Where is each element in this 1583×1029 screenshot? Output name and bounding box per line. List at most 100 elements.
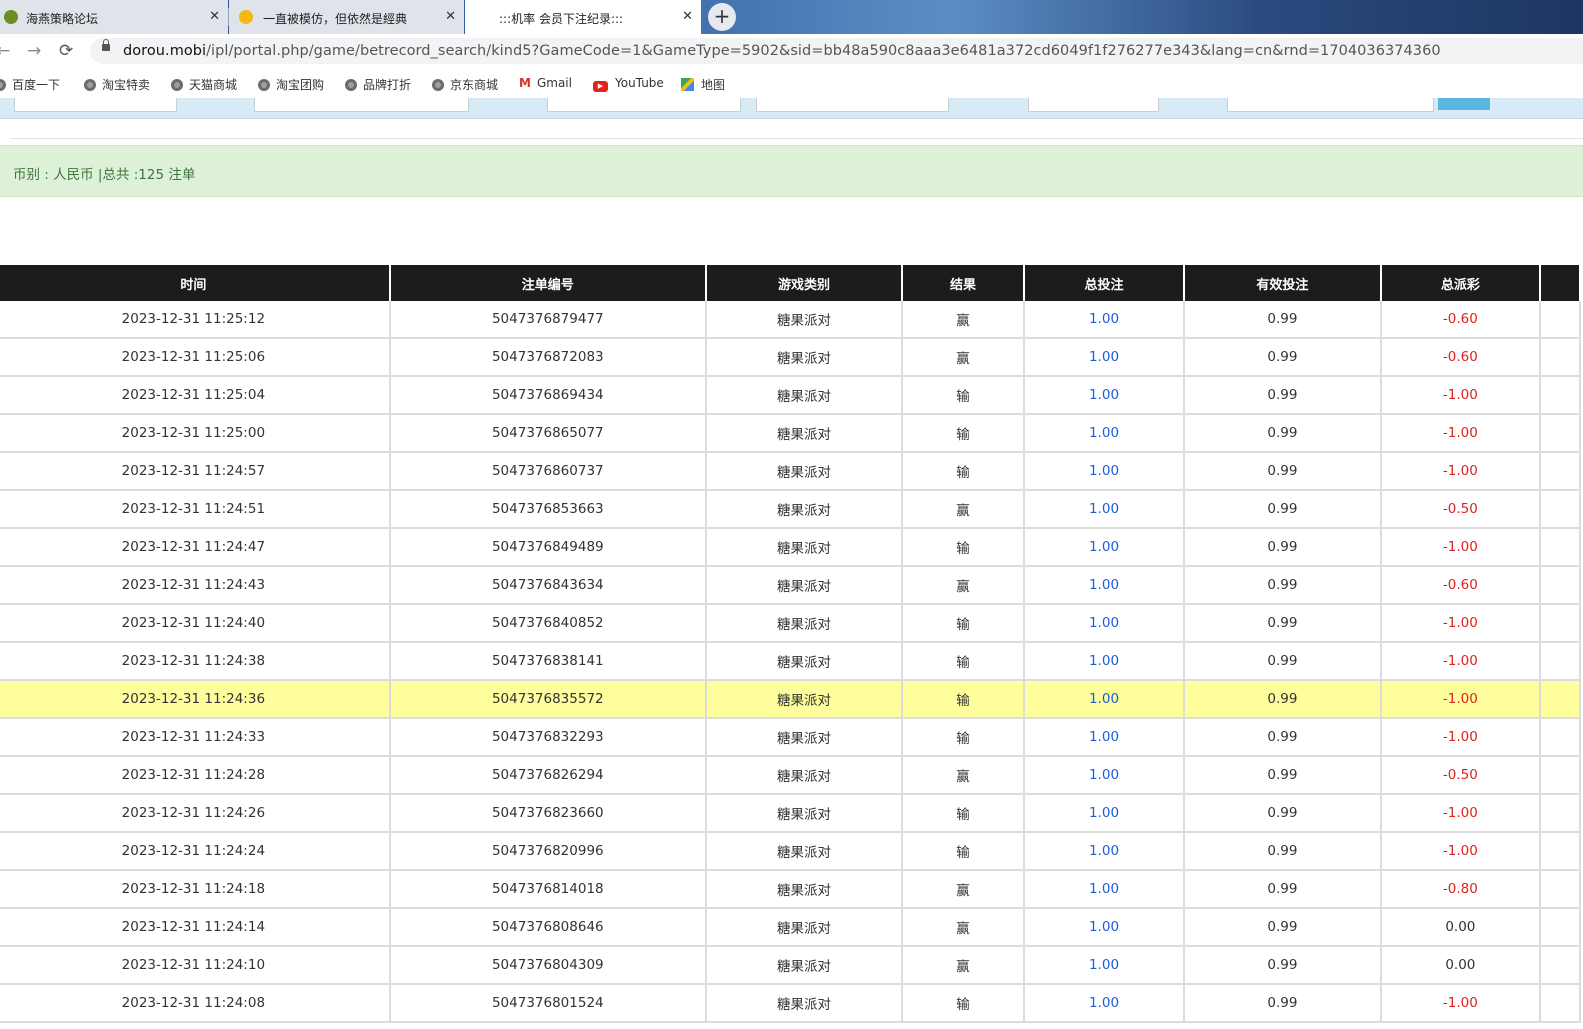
search-filter-bar (0, 98, 1583, 119)
cell-game-type: 糖果派对 (705, 301, 904, 339)
reload-icon[interactable]: ⟳ (59, 41, 73, 61)
bookmark-item[interactable]: 淘宝特卖 (84, 76, 150, 93)
cell-total-bet[interactable]: 1.00 (1023, 756, 1186, 795)
table-row: 2023-12-31 11:24:28 5047376826294 糖果派对赢 1.0… (0, 756, 1581, 795)
address-bar[interactable]: dorou.mobi/ipl/portal.php/game/betrecord… (90, 38, 1583, 64)
forum-favicon-icon (4, 10, 18, 24)
table-row: 2023-12-31 11:24:24 5047376820996 糖果派对输 1.0… (0, 832, 1581, 871)
cell-result: 输 (902, 604, 1025, 643)
cell-game-type: 糖果派对 (705, 756, 904, 795)
cell-total-bet[interactable]: 1.00 (1023, 301, 1186, 339)
col-header-more (1540, 265, 1581, 301)
cell-total-bet[interactable]: 1.00 (1023, 528, 1186, 567)
cell-total-bet[interactable]: 1.00 (1023, 452, 1186, 491)
cell-game-type: 糖果派对 (705, 490, 904, 529)
cell-bet-id: 5047376849489 (389, 528, 707, 567)
cell-valid-bet: 0.99 (1184, 452, 1382, 491)
cell-game-type: 糖果派对 (705, 680, 904, 719)
cell-total-payout: -1.00 (1380, 528, 1542, 567)
cell-total-bet[interactable]: 1.00 (1023, 338, 1186, 377)
cell-result: 输 (902, 832, 1025, 871)
bet-record-table: 时间 注单编号 游戏类别 结果 总投注 有效投注 总派彩 2023-12-31 … (0, 265, 1581, 1023)
cell-time: 2023-12-31 11:24:38 (0, 642, 391, 681)
cell-total-bet[interactable]: 1.00 (1023, 832, 1186, 871)
table-row: 2023-12-31 11:24:40 5047376840852 糖果派对输 1.0… (0, 604, 1581, 643)
cell-game-type: 糖果派对 (705, 908, 904, 947)
close-icon[interactable]: ✕ (445, 9, 456, 24)
cell-total-payout: -1.00 (1380, 642, 1542, 681)
bookmark-item[interactable]: 品牌打折 (345, 76, 411, 93)
cell-total-bet[interactable]: 1.00 (1023, 718, 1186, 757)
cell-valid-bet: 0.99 (1184, 301, 1382, 339)
bookmark-item[interactable]: 淘宝团购 (258, 76, 324, 93)
cell-total-payout: -1.00 (1380, 414, 1542, 453)
cell-valid-bet: 0.99 (1184, 376, 1382, 415)
cell-more (1540, 566, 1581, 605)
cell-result: 赢 (902, 490, 1025, 529)
filter-select[interactable] (1028, 98, 1159, 112)
tab-1[interactable]: 海燕策略论坛 ✕ (0, 0, 229, 34)
bookmark-item[interactable]: M Gmail (519, 76, 572, 90)
cell-total-bet[interactable]: 1.00 (1023, 414, 1186, 453)
cell-more (1540, 452, 1581, 491)
table-row: 2023-12-31 11:24:38 5047376838141 糖果派对输 1.0… (0, 642, 1581, 681)
close-icon[interactable]: ✕ (209, 9, 220, 24)
cell-total-bet[interactable]: 1.00 (1023, 794, 1186, 833)
cell-total-bet[interactable]: 1.00 (1023, 604, 1186, 643)
cell-valid-bet: 0.99 (1184, 756, 1382, 795)
cell-result: 输 (902, 718, 1025, 757)
cell-bet-id: 5047376843634 (389, 566, 707, 605)
cell-total-bet[interactable]: 1.00 (1023, 642, 1186, 681)
cell-valid-bet: 0.99 (1184, 984, 1382, 1023)
globe-icon (345, 79, 357, 91)
filter-select[interactable] (1227, 98, 1434, 112)
filter-select[interactable] (547, 98, 741, 112)
cell-total-bet[interactable]: 1.00 (1023, 566, 1186, 605)
cell-valid-bet: 0.99 (1184, 908, 1382, 947)
cell-valid-bet: 0.99 (1184, 794, 1382, 833)
search-button[interactable] (1438, 98, 1490, 110)
cell-total-bet[interactable]: 1.00 (1023, 908, 1186, 947)
table-row: 2023-12-31 11:24:10 5047376804309 糖果派对赢 1.0… (0, 946, 1581, 985)
new-tab-button[interactable]: + (708, 3, 736, 31)
youtube-icon: ▶ (593, 81, 608, 92)
cell-more (1540, 301, 1581, 339)
cell-valid-bet: 0.99 (1184, 338, 1382, 377)
url-text[interactable]: dorou.mobi/ipl/portal.php/game/betrecord… (123, 43, 1441, 59)
cell-valid-bet: 0.99 (1184, 680, 1382, 719)
cell-bet-id: 5047376838141 (389, 642, 707, 681)
cell-total-bet[interactable]: 1.00 (1023, 870, 1186, 909)
close-icon[interactable]: ✕ (682, 9, 693, 24)
tab-3-active[interactable]: :::机率 会员下注纪录::: ✕ (465, 0, 701, 34)
cell-total-bet[interactable]: 1.00 (1023, 984, 1186, 1023)
back-icon[interactable]: ← (0, 41, 10, 61)
tab-title: 一直被模仿，但依然是經典 (263, 12, 408, 26)
bookmark-item[interactable]: 地图 (681, 76, 725, 93)
bookmark-item[interactable]: 天猫商城 (171, 76, 237, 93)
cell-total-bet[interactable]: 1.00 (1023, 680, 1186, 719)
filter-select[interactable] (14, 98, 177, 112)
tab-2[interactable]: 一直被模仿，但依然是經典 ✕ (229, 0, 464, 34)
cell-bet-id: 5047376808646 (389, 908, 707, 947)
cell-total-payout: -0.60 (1380, 338, 1542, 377)
bookmark-item[interactable]: 百度一下 (0, 76, 60, 93)
bookmark-item[interactable]: ▶ YouTube (593, 76, 664, 92)
cell-total-bet[interactable]: 1.00 (1023, 376, 1186, 415)
cell-total-bet[interactable]: 1.00 (1023, 490, 1186, 529)
cell-bet-id: 5047376823660 (389, 794, 707, 833)
cell-more (1540, 414, 1581, 453)
bookmark-item[interactable]: 京东商城 (432, 76, 498, 93)
cell-time: 2023-12-31 11:24:28 (0, 756, 391, 795)
lock-icon (102, 39, 110, 51)
filter-select[interactable] (254, 98, 469, 112)
browser-toolbar: ← → ⟳ dorou.mobi/ipl/portal.php/game/bet… (0, 34, 1583, 68)
table-row: 2023-12-31 11:24:57 5047376860737 糖果派对输 1.0… (0, 452, 1581, 491)
cell-total-payout: 0.00 (1380, 946, 1542, 985)
cell-result: 输 (902, 794, 1025, 833)
filter-select[interactable] (756, 98, 949, 112)
forward-icon[interactable]: → (27, 41, 41, 61)
cell-bet-id: 5047376820996 (389, 832, 707, 871)
cell-valid-bet: 0.99 (1184, 528, 1382, 567)
cell-bet-id: 5047376853663 (389, 490, 707, 529)
cell-total-bet[interactable]: 1.00 (1023, 946, 1186, 985)
